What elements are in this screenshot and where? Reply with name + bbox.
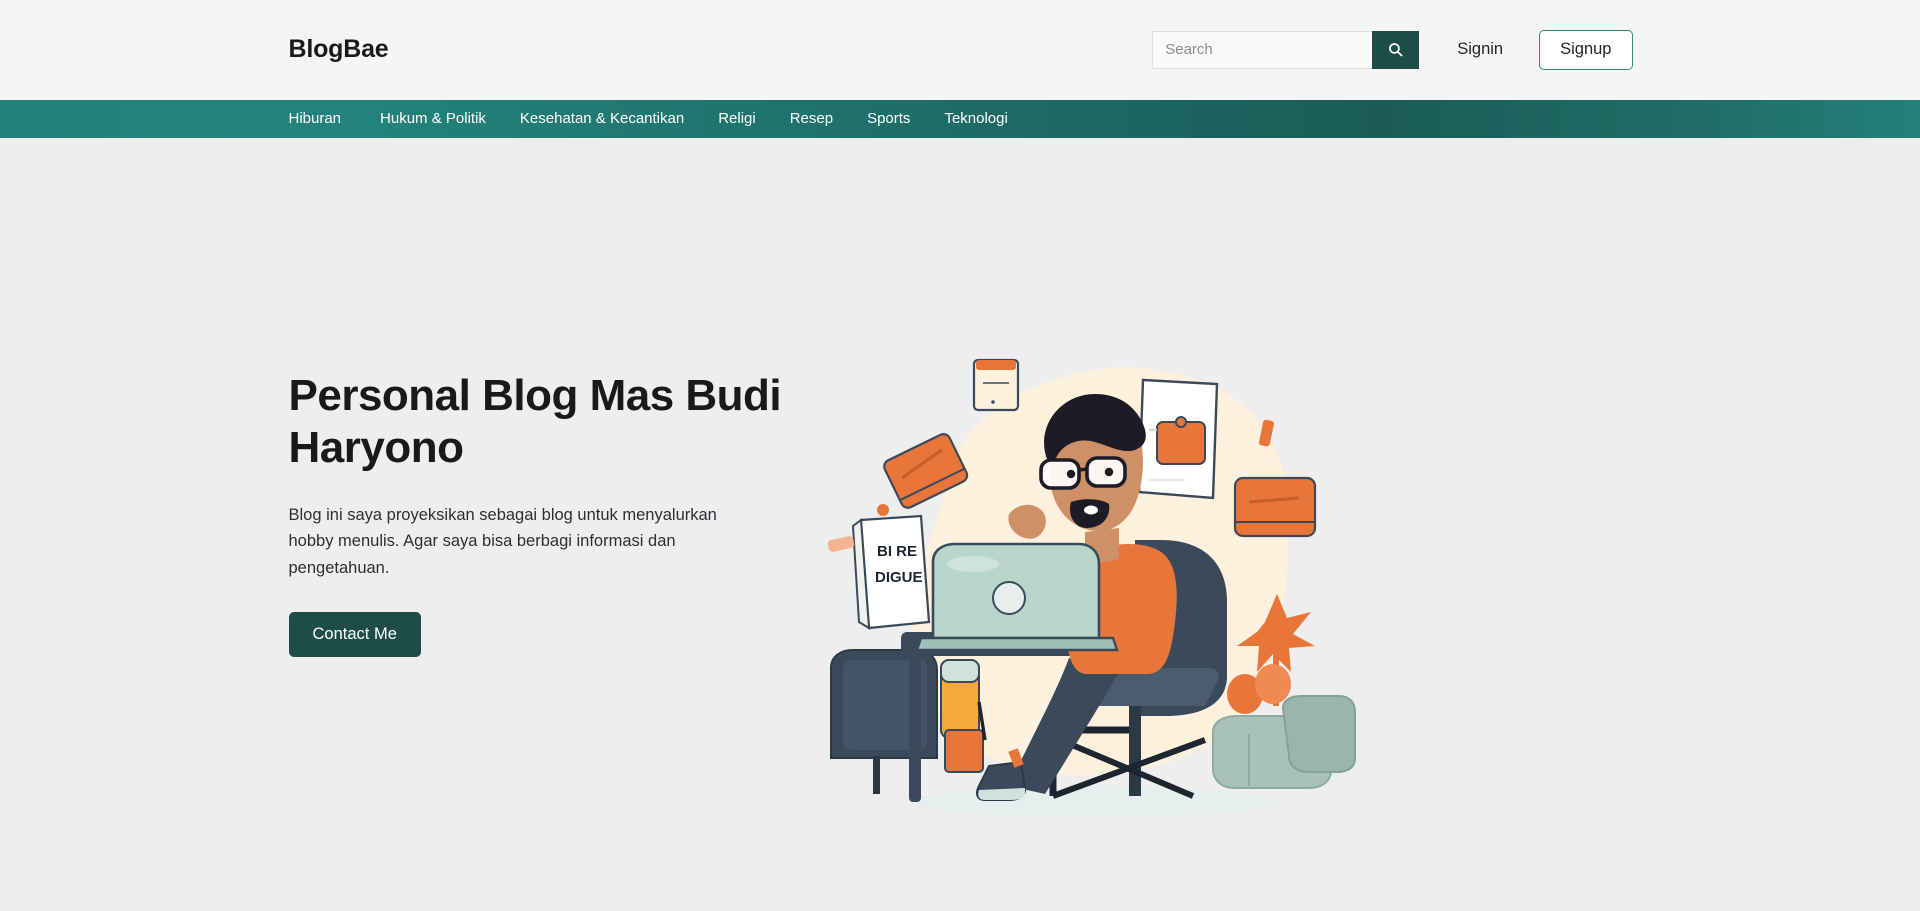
nav-item-kesehatan-kecantikan[interactable]: Kesehatan & Kecantikan: [503, 100, 701, 138]
nav-item-teknologi[interactable]: Teknologi: [927, 100, 1024, 138]
decor-dot: [876, 503, 889, 516]
search-input[interactable]: [1152, 30, 1373, 69]
navbar-container: Hiburan Hukum & Politik Kesehatan & Keca…: [288, 100, 1633, 138]
paper-text-line2: DIGUE: [875, 569, 923, 586]
armchair-icon: [829, 648, 938, 794]
search-button[interactable]: [1372, 30, 1420, 69]
nav-item-sports[interactable]: Sports: [850, 100, 927, 138]
signup-button[interactable]: Signup: [1539, 30, 1633, 70]
floating-book-right-icon: [1233, 476, 1316, 538]
hero-description: Blog ini saya proyeksikan sebagai blog u…: [288, 505, 717, 578]
hero-text-block: Personal Blog Mas Budi Haryono Blog ini …: [288, 370, 808, 658]
header-actions: Signin Signup: [1152, 30, 1633, 70]
floating-note-icon: [972, 358, 1019, 412]
nav-item-hiburan[interactable]: Hiburan: [288, 100, 364, 138]
handwritten-paper-icon: BI RE DIGUE: [851, 514, 930, 630]
nav-item-resep[interactable]: Resep: [773, 100, 850, 138]
nav-item-hukum-politik[interactable]: Hukum & Politik: [363, 100, 503, 138]
decor-bar-left: [827, 536, 854, 552]
search-form: [1152, 30, 1420, 69]
hero-section: Personal Blog Mas Budi Haryono Blog ini …: [0, 138, 1920, 911]
desk-cup-icon: [939, 658, 987, 773]
site-header: BlogBae Signin Signup: [0, 0, 1920, 100]
signin-link[interactable]: Signin: [1457, 40, 1503, 59]
hero-container: Personal Blog Mas Budi Haryono Blog ini …: [288, 358, 1633, 818]
laptop-icon: [914, 542, 1119, 652]
framed-picture-icon: [1137, 378, 1218, 500]
header-container: BlogBae Signin Signup: [288, 30, 1633, 70]
paper-text-line1: BI RE: [877, 543, 917, 560]
hero-illustration: BI RE DIGUE: [813, 350, 1373, 830]
site-logo[interactable]: BlogBae: [289, 37, 389, 62]
nav-item-religi[interactable]: Religi: [701, 100, 773, 138]
page-title: Personal Blog Mas Budi Haryono: [288, 370, 782, 472]
floor-shadow: [912, 785, 1273, 818]
search-icon: [1387, 41, 1404, 58]
contact-me-button[interactable]: Contact Me: [288, 611, 421, 658]
category-navbar: Hiburan Hukum & Politik Kesehatan & Keca…: [0, 100, 1920, 138]
